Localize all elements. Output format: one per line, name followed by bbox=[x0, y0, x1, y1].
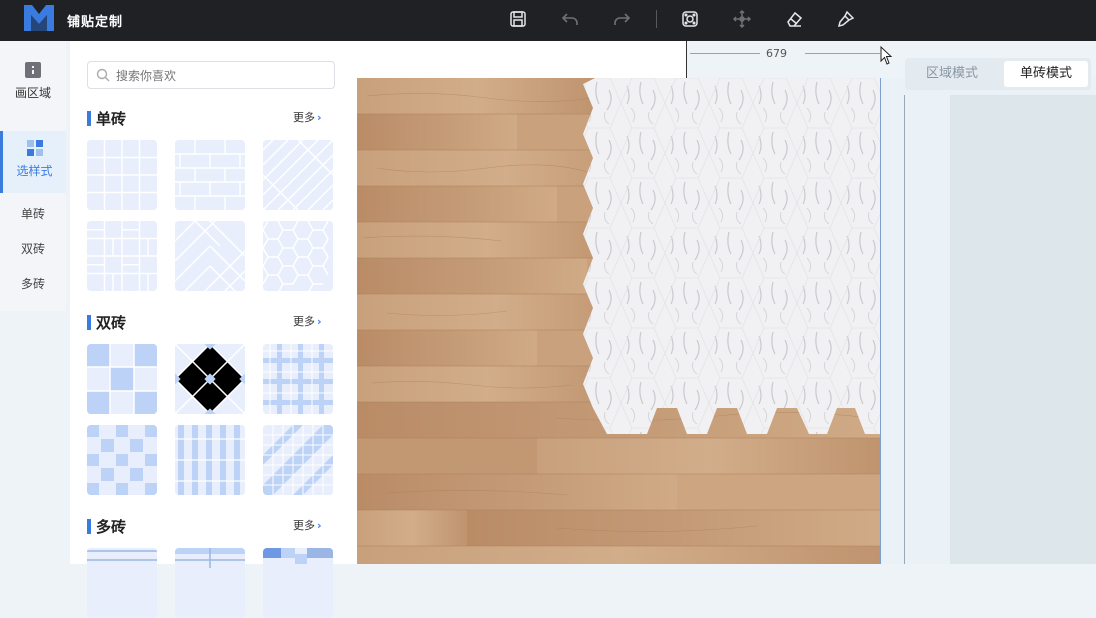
move-icon bbox=[733, 10, 751, 28]
tile-multi-1[interactable] bbox=[87, 548, 157, 618]
section-title-single: 单砖 bbox=[87, 108, 126, 129]
more-label: 更多 bbox=[293, 315, 315, 328]
ruler-line-left bbox=[690, 53, 760, 54]
brush-button[interactable] bbox=[835, 8, 857, 30]
toolbar-divider bbox=[656, 10, 657, 28]
search-icon bbox=[96, 68, 110, 82]
tile-grid-square[interactable] bbox=[87, 140, 157, 210]
tile-diamond[interactable] bbox=[175, 344, 245, 414]
nav-draw-area-label: 画区域 bbox=[14, 86, 51, 100]
tile-hexagon[interactable] bbox=[263, 221, 333, 291]
tile-plaid[interactable] bbox=[263, 344, 333, 414]
tile-brick[interactable] bbox=[175, 140, 245, 210]
left-nav: 画区域 选样式 单砖 双砖 多砖 bbox=[0, 41, 66, 311]
section-title-double: 双砖 bbox=[87, 312, 126, 333]
save-button[interactable] bbox=[507, 8, 529, 30]
wall-tile-preview bbox=[950, 95, 1096, 564]
floor-canvas[interactable] bbox=[357, 78, 881, 564]
draw-area-icon bbox=[25, 62, 41, 78]
nav-select-style[interactable]: 选样式 bbox=[0, 131, 66, 193]
nav-sub-single[interactable]: 单砖 bbox=[0, 205, 66, 222]
chevron-right-icon: › bbox=[317, 519, 322, 532]
tile-checker-large[interactable] bbox=[87, 344, 157, 414]
chevron-right-icon: › bbox=[317, 315, 322, 328]
tile-diagonal[interactable] bbox=[263, 140, 333, 210]
frame-button[interactable] bbox=[679, 8, 701, 30]
save-icon bbox=[510, 11, 526, 27]
search-box[interactable] bbox=[87, 61, 335, 89]
nav-sub-double[interactable]: 双砖 bbox=[0, 240, 66, 257]
redo-icon bbox=[614, 13, 631, 25]
mode-switch: 区域模式 单砖模式 bbox=[905, 58, 1091, 90]
search-input[interactable] bbox=[114, 65, 328, 87]
ruler-measure: 679 bbox=[766, 47, 787, 60]
nav-select-style-label: 选样式 bbox=[16, 164, 53, 178]
mouse-cursor-icon bbox=[880, 46, 893, 65]
more-label: 更多 bbox=[293, 519, 315, 532]
more-single-link[interactable]: 更多 › bbox=[293, 109, 322, 125]
tile-herringbone[interactable] bbox=[175, 221, 245, 291]
logo-icon bbox=[24, 5, 54, 31]
tile-multi-3[interactable] bbox=[263, 548, 333, 618]
select-style-icon bbox=[26, 140, 43, 156]
top-toolbar: 铺贴定制 bbox=[0, 0, 1096, 41]
more-label: 更多 bbox=[293, 111, 315, 124]
brush-icon bbox=[837, 10, 855, 28]
undo-icon bbox=[561, 13, 578, 25]
ruler-edge-line bbox=[686, 41, 687, 78]
right-guide-line bbox=[904, 95, 905, 564]
app-title: 铺贴定制 bbox=[67, 15, 124, 30]
more-multi-link[interactable]: 更多 › bbox=[293, 517, 322, 533]
eraser-icon bbox=[787, 11, 803, 27]
nav-sub-multi[interactable]: 多砖 bbox=[0, 275, 66, 292]
floor-render bbox=[357, 78, 881, 564]
eraser-button[interactable] bbox=[783, 8, 805, 30]
tile-stripes[interactable] bbox=[175, 425, 245, 495]
section-title-multi: 多砖 bbox=[87, 516, 126, 537]
area-mode-button[interactable]: 区域模式 bbox=[908, 61, 996, 87]
tile-basket[interactable] bbox=[87, 221, 157, 291]
redo-button[interactable] bbox=[611, 8, 633, 30]
undo-button[interactable] bbox=[559, 8, 581, 30]
single-tile-mode-button[interactable]: 单砖模式 bbox=[1004, 61, 1088, 87]
ruler-line-right bbox=[805, 53, 880, 54]
frame-icon bbox=[682, 11, 698, 27]
nav-draw-area[interactable]: 画区域 bbox=[0, 61, 66, 101]
canvas-top-area bbox=[357, 41, 686, 78]
tile-multi-2[interactable] bbox=[175, 548, 245, 618]
chevron-right-icon: › bbox=[317, 111, 322, 124]
more-double-link[interactable]: 更多 › bbox=[293, 313, 322, 329]
style-panel: 单砖 更多› 双砖 更多› 多砖 更多› bbox=[70, 41, 357, 618]
move-button[interactable] bbox=[731, 8, 753, 30]
tile-cross[interactable] bbox=[87, 425, 157, 495]
tile-diagonal-mix[interactable] bbox=[263, 425, 333, 495]
